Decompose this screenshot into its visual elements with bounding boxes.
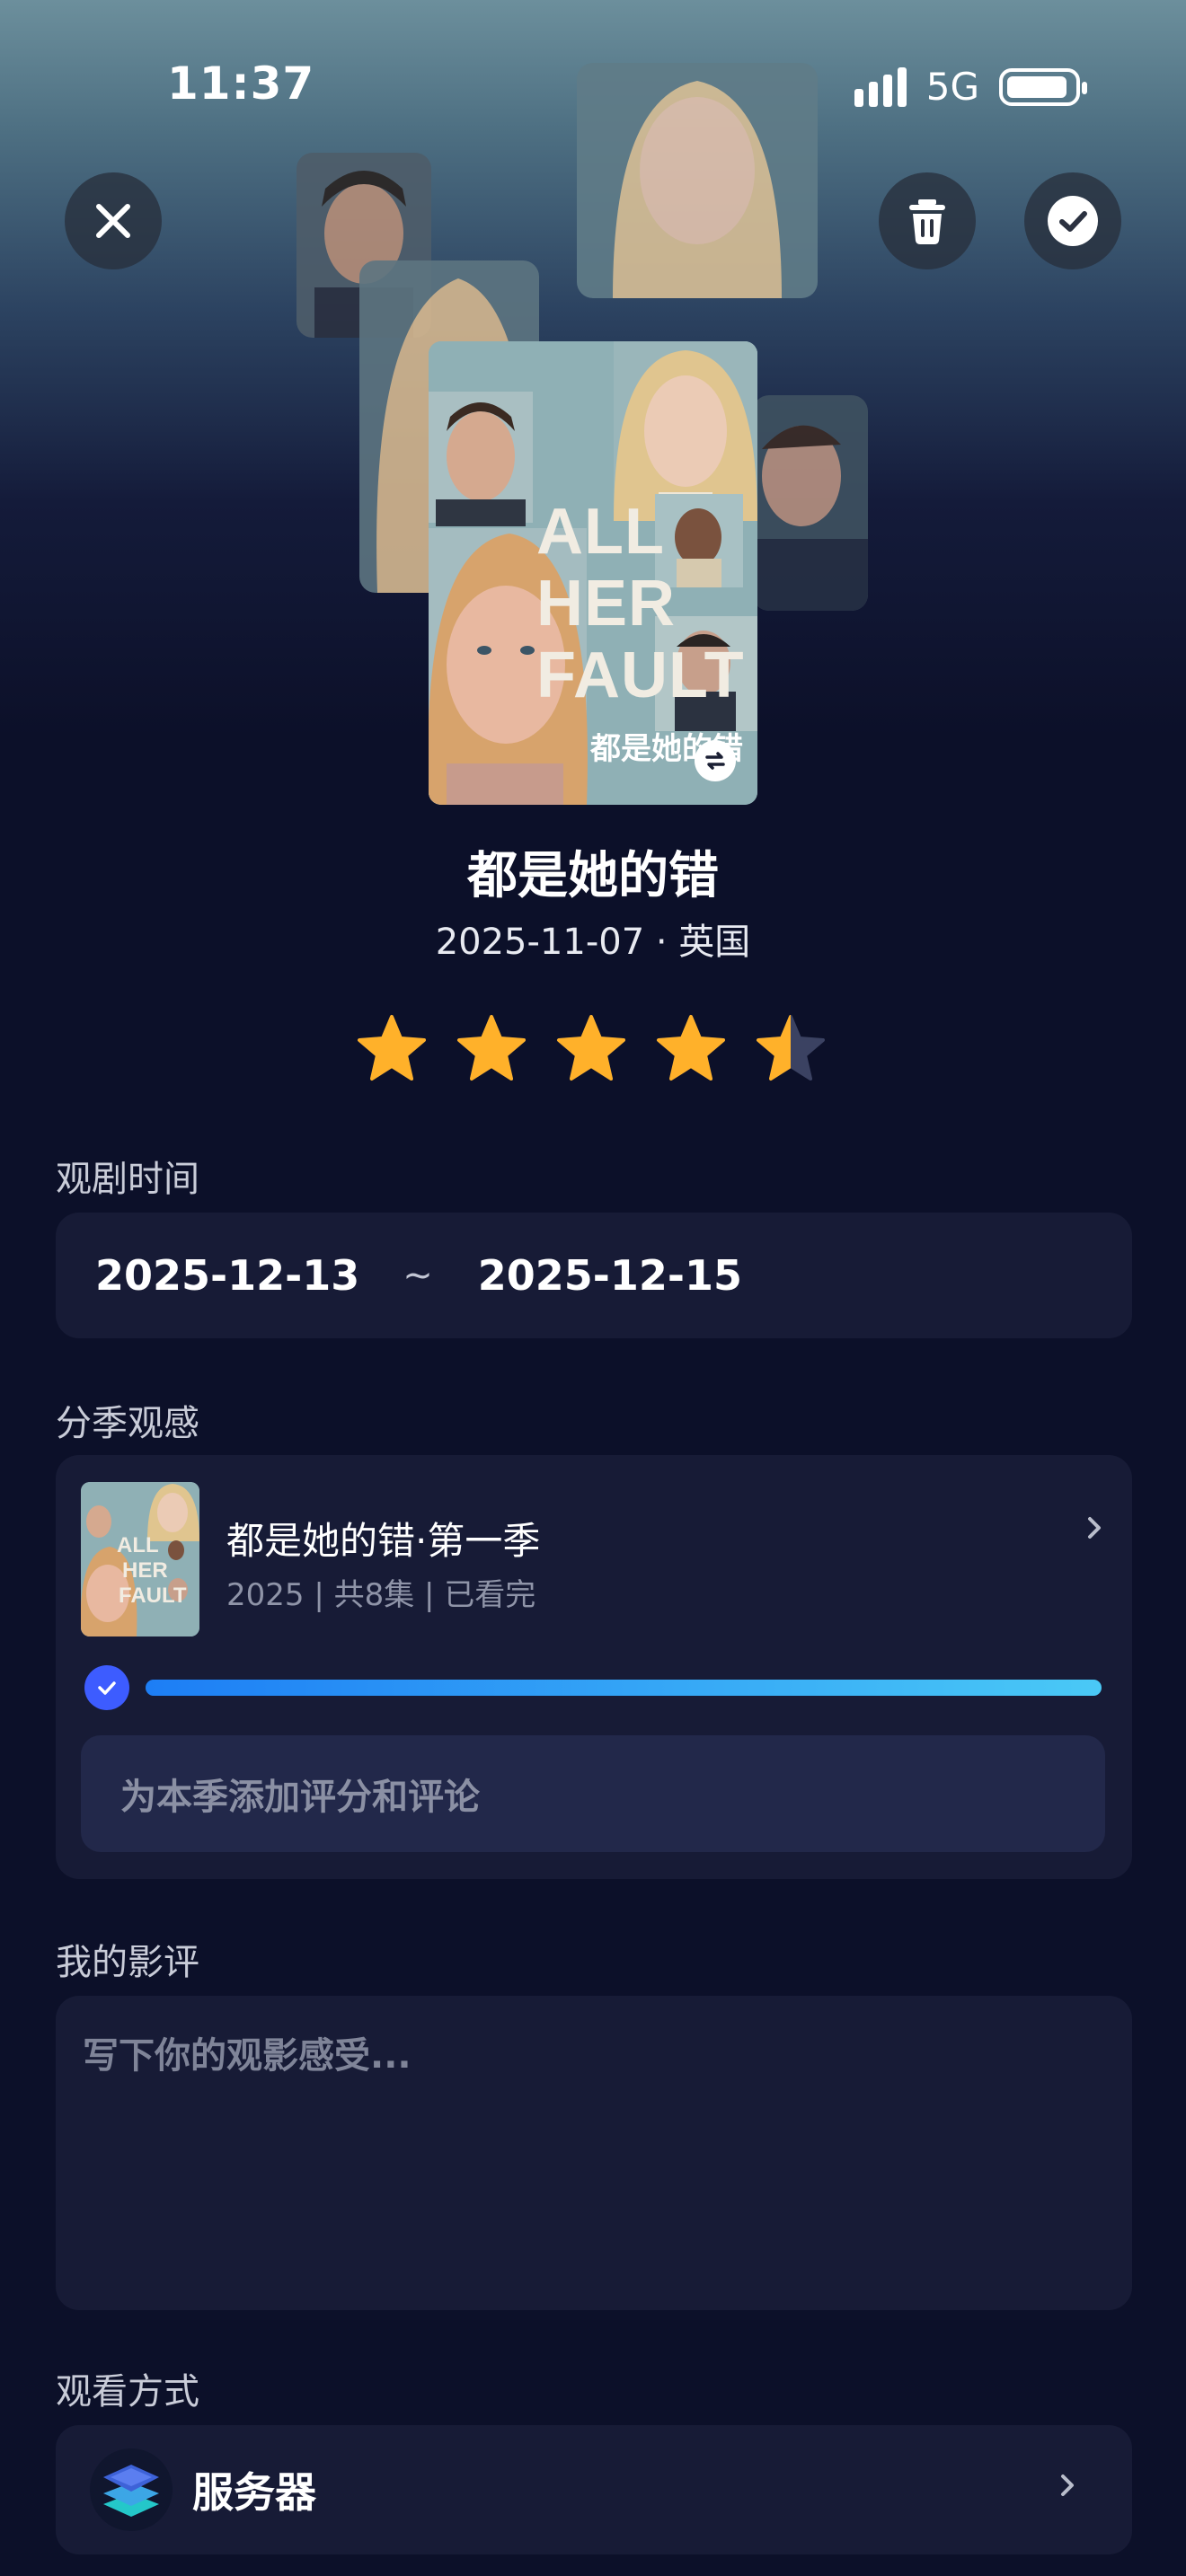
chevron-right-icon[interactable] [1085, 1514, 1103, 1545]
star-icon[interactable] [555, 1013, 627, 1085]
delete-button[interactable] [879, 172, 976, 269]
star-icon[interactable] [655, 1013, 727, 1085]
season-progress-bar [146, 1680, 1102, 1696]
watch-method-card[interactable]: 服务器 [56, 2425, 1132, 2554]
show-subtitle: 2025-11-07 · 英国 [435, 922, 751, 963]
status-indicators: 5G [854, 65, 1087, 109]
date-separator: ~ [403, 1255, 433, 1296]
watch-method-value: 服务器 [192, 2468, 316, 2517]
network-type: 5G [925, 65, 979, 109]
watched-check-icon [84, 1665, 129, 1710]
watch-start-date[interactable]: 2025-12-13 [95, 1251, 359, 1300]
swap-icon[interactable] [695, 740, 736, 781]
cast-face-backdrop [577, 63, 818, 298]
svg-text:HER: HER [122, 1558, 168, 1583]
show-title: 都是她的错 [467, 847, 719, 905]
check-circle-icon [1048, 196, 1098, 246]
close-icon [96, 204, 130, 238]
season-name[interactable]: 都是她的错·第一季 [226, 1511, 540, 1566]
chevron-right-icon[interactable] [1058, 2472, 1076, 2502]
watch-end-date[interactable]: 2025-12-15 [478, 1251, 742, 1300]
signal-icon [854, 66, 907, 107]
season-meta: 2025 | 共8集 | 已看完 [226, 1577, 536, 1613]
poster-title-line: FAULT [536, 640, 745, 711]
season-thumbnail: ALL HER FAULT [81, 1482, 199, 1636]
show-poster[interactable]: ALL HER FAULT 都是她的错 [429, 341, 757, 805]
poster-title-line: ALL [536, 496, 665, 568]
watch-period-label: 观剧时间 [56, 1159, 199, 1200]
status-time: 11:37 [167, 57, 315, 110]
star-icon[interactable] [755, 1013, 827, 1085]
cast-face-backdrop [753, 395, 868, 611]
watch-period-card[interactable]: 2025-12-13 ~ 2025-12-15 [56, 1213, 1132, 1338]
watch-method-label: 观看方式 [56, 2371, 199, 2413]
add-season-review-button[interactable]: 为本季添加评分和评论 [81, 1735, 1105, 1852]
rating-stars[interactable] [356, 1013, 827, 1085]
server-stack-icon [90, 2448, 173, 2531]
star-icon[interactable] [456, 1013, 527, 1085]
season-card: ALL HER FAULT 都是她的错·第一季 2025 | 共8集 | 已看完… [56, 1455, 1132, 1879]
review-label: 我的影评 [56, 1942, 199, 1983]
season-progress-fill [146, 1680, 1102, 1696]
trash-icon [909, 199, 945, 244]
seasons-label: 分季观感 [56, 1403, 199, 1444]
review-textarea[interactable]: 写下你的观影感受... [56, 1996, 1132, 2310]
svg-text:FAULT: FAULT [119, 1584, 187, 1608]
svg-text:ALL: ALL [117, 1533, 159, 1557]
poster-title-line: HER [536, 568, 677, 640]
star-icon[interactable] [356, 1013, 428, 1085]
battery-icon [999, 67, 1087, 106]
confirm-button[interactable] [1024, 172, 1121, 269]
close-button[interactable] [65, 172, 162, 269]
